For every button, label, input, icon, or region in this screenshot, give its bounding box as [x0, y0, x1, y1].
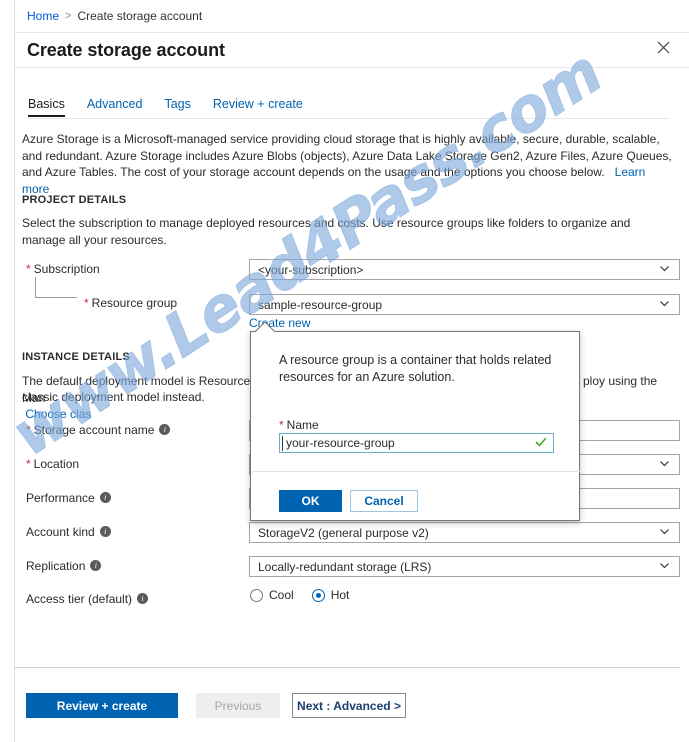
account-kind-label: Account kind i — [26, 525, 111, 539]
ok-button[interactable]: OK — [279, 490, 342, 512]
resource-group-name-input[interactable]: your-resource-group — [279, 433, 554, 453]
access-tier-option-cool[interactable]: Cool — [250, 588, 294, 602]
resource-group-label-text: Resource group — [91, 296, 178, 310]
close-icon[interactable] — [653, 40, 673, 60]
choose-classic-link[interactable]: Choose clas — [25, 407, 91, 421]
access-tier-option-hot-label: Hot — [330, 588, 350, 602]
chevron-down-icon — [659, 263, 670, 274]
access-tier-option-hot[interactable]: Hot — [311, 588, 350, 602]
replication-dropdown[interactable]: Locally-redundant storage (LRS) — [249, 556, 680, 577]
access-tier-label-text: Access tier (default) — [26, 592, 133, 606]
breadcrumb-home-link[interactable]: Home — [27, 9, 59, 23]
storage-account-name-label-text: Storage account name — [33, 423, 155, 437]
account-kind-dropdown[interactable]: StorageV2 (general purpose v2) — [249, 522, 680, 543]
chevron-down-icon — [659, 560, 670, 571]
chevron-down-icon — [659, 526, 670, 537]
callout-name-label-text: Name — [286, 418, 319, 432]
info-icon[interactable]: i — [159, 424, 171, 436]
project-details-description: Select the subscription to manage deploy… — [22, 216, 631, 247]
radio-selected-icon — [311, 588, 325, 602]
chevron-down-icon — [659, 298, 670, 309]
info-icon[interactable]: i — [99, 526, 111, 538]
resource-group-label: * Resource group — [84, 296, 177, 310]
resource-group-dropdown[interactable]: sample-resource-group — [249, 294, 680, 315]
callout-name-label: * Name — [279, 418, 319, 432]
checkmark-icon — [535, 436, 547, 451]
resource-group-tree-connector — [35, 277, 77, 298]
blade-title-bar: Create storage account — [14, 33, 689, 68]
required-asterisk: * — [26, 423, 31, 437]
chevron-down-icon — [659, 458, 670, 469]
callout-description: A resource group is a container that hol… — [279, 353, 552, 384]
storage-account-name-label: * Storage account name i — [26, 423, 171, 437]
replication-value: Locally-redundant storage (LRS) — [258, 559, 432, 574]
create-resource-group-callout: A resource group is a container that hol… — [250, 331, 580, 521]
intro-text: Azure Storage is a Microsoft-managed ser… — [22, 132, 672, 179]
account-kind-label-text: Account kind — [26, 525, 95, 539]
breadcrumb: Home > Create storage account — [14, 0, 689, 33]
performance-label-text: Performance — [26, 491, 95, 505]
instance-details-description-line2-text: classic deployment model instead. — [22, 390, 205, 404]
create-storage-account-blade: Home > Create storage account Create sto… — [0, 0, 689, 742]
performance-label: Performance i — [26, 491, 111, 505]
subscription-label: * Subscription — [26, 262, 100, 276]
tab-basics[interactable]: Basics — [28, 97, 65, 117]
next-advanced-button[interactable]: Next : Advanced > — [292, 693, 406, 718]
tab-bar-divider — [28, 118, 670, 119]
review-create-button[interactable]: Review + create — [26, 693, 178, 718]
required-asterisk: * — [279, 418, 284, 432]
callout-pointer-icon — [254, 321, 276, 333]
resource-group-name-value: your-resource-group — [286, 436, 395, 450]
account-kind-value: StorageV2 (general purpose v2) — [258, 525, 429, 540]
tab-advanced[interactable]: Advanced — [87, 97, 143, 117]
subscription-value: <your-subscription> — [258, 262, 364, 277]
instance-details-description-right: ploy using the — [583, 374, 658, 388]
radio-icon — [250, 588, 263, 602]
project-details-heading: PROJECT DETAILS — [22, 194, 127, 206]
tab-tags[interactable]: Tags — [164, 97, 190, 117]
cancel-button[interactable]: Cancel — [350, 490, 418, 512]
breadcrumb-separator-icon: > — [65, 10, 72, 22]
info-icon[interactable]: i — [99, 492, 111, 504]
previous-button: Previous — [196, 693, 280, 718]
required-asterisk: * — [26, 262, 31, 276]
blade-footer-panel — [14, 620, 689, 742]
tab-bar: Basics Advanced Tags Review + create — [28, 97, 325, 117]
text-caret — [282, 436, 283, 451]
info-icon[interactable]: i — [137, 593, 149, 605]
resource-group-value: sample-resource-group — [258, 297, 383, 312]
replication-label: Replication i — [26, 559, 102, 573]
info-icon[interactable]: i — [90, 560, 102, 572]
page-title: Create storage account — [27, 39, 225, 60]
replication-label-text: Replication — [26, 559, 86, 573]
instance-details-description-line2: classic deployment model instead. Choose… — [22, 389, 252, 422]
instance-details-heading: INSTANCE DETAILS — [22, 351, 130, 363]
location-label-text: Location — [33, 457, 80, 471]
required-asterisk: * — [26, 457, 31, 471]
subscription-dropdown[interactable]: <your-subscription> — [249, 259, 680, 280]
location-label: * Location — [26, 457, 79, 471]
access-tier-label: Access tier (default) i — [26, 592, 149, 606]
callout-divider — [252, 471, 580, 472]
access-tier-option-cool-label: Cool — [269, 588, 294, 602]
subscription-label-text: Subscription — [33, 262, 100, 276]
intro-paragraph: Azure Storage is a Microsoft-managed ser… — [22, 131, 672, 197]
footer-divider — [14, 667, 680, 668]
breadcrumb-current: Create storage account — [77, 9, 203, 23]
access-tier-radio-group: Cool Hot — [250, 588, 349, 602]
required-asterisk: * — [84, 296, 89, 310]
tab-review-create[interactable]: Review + create — [213, 97, 303, 117]
